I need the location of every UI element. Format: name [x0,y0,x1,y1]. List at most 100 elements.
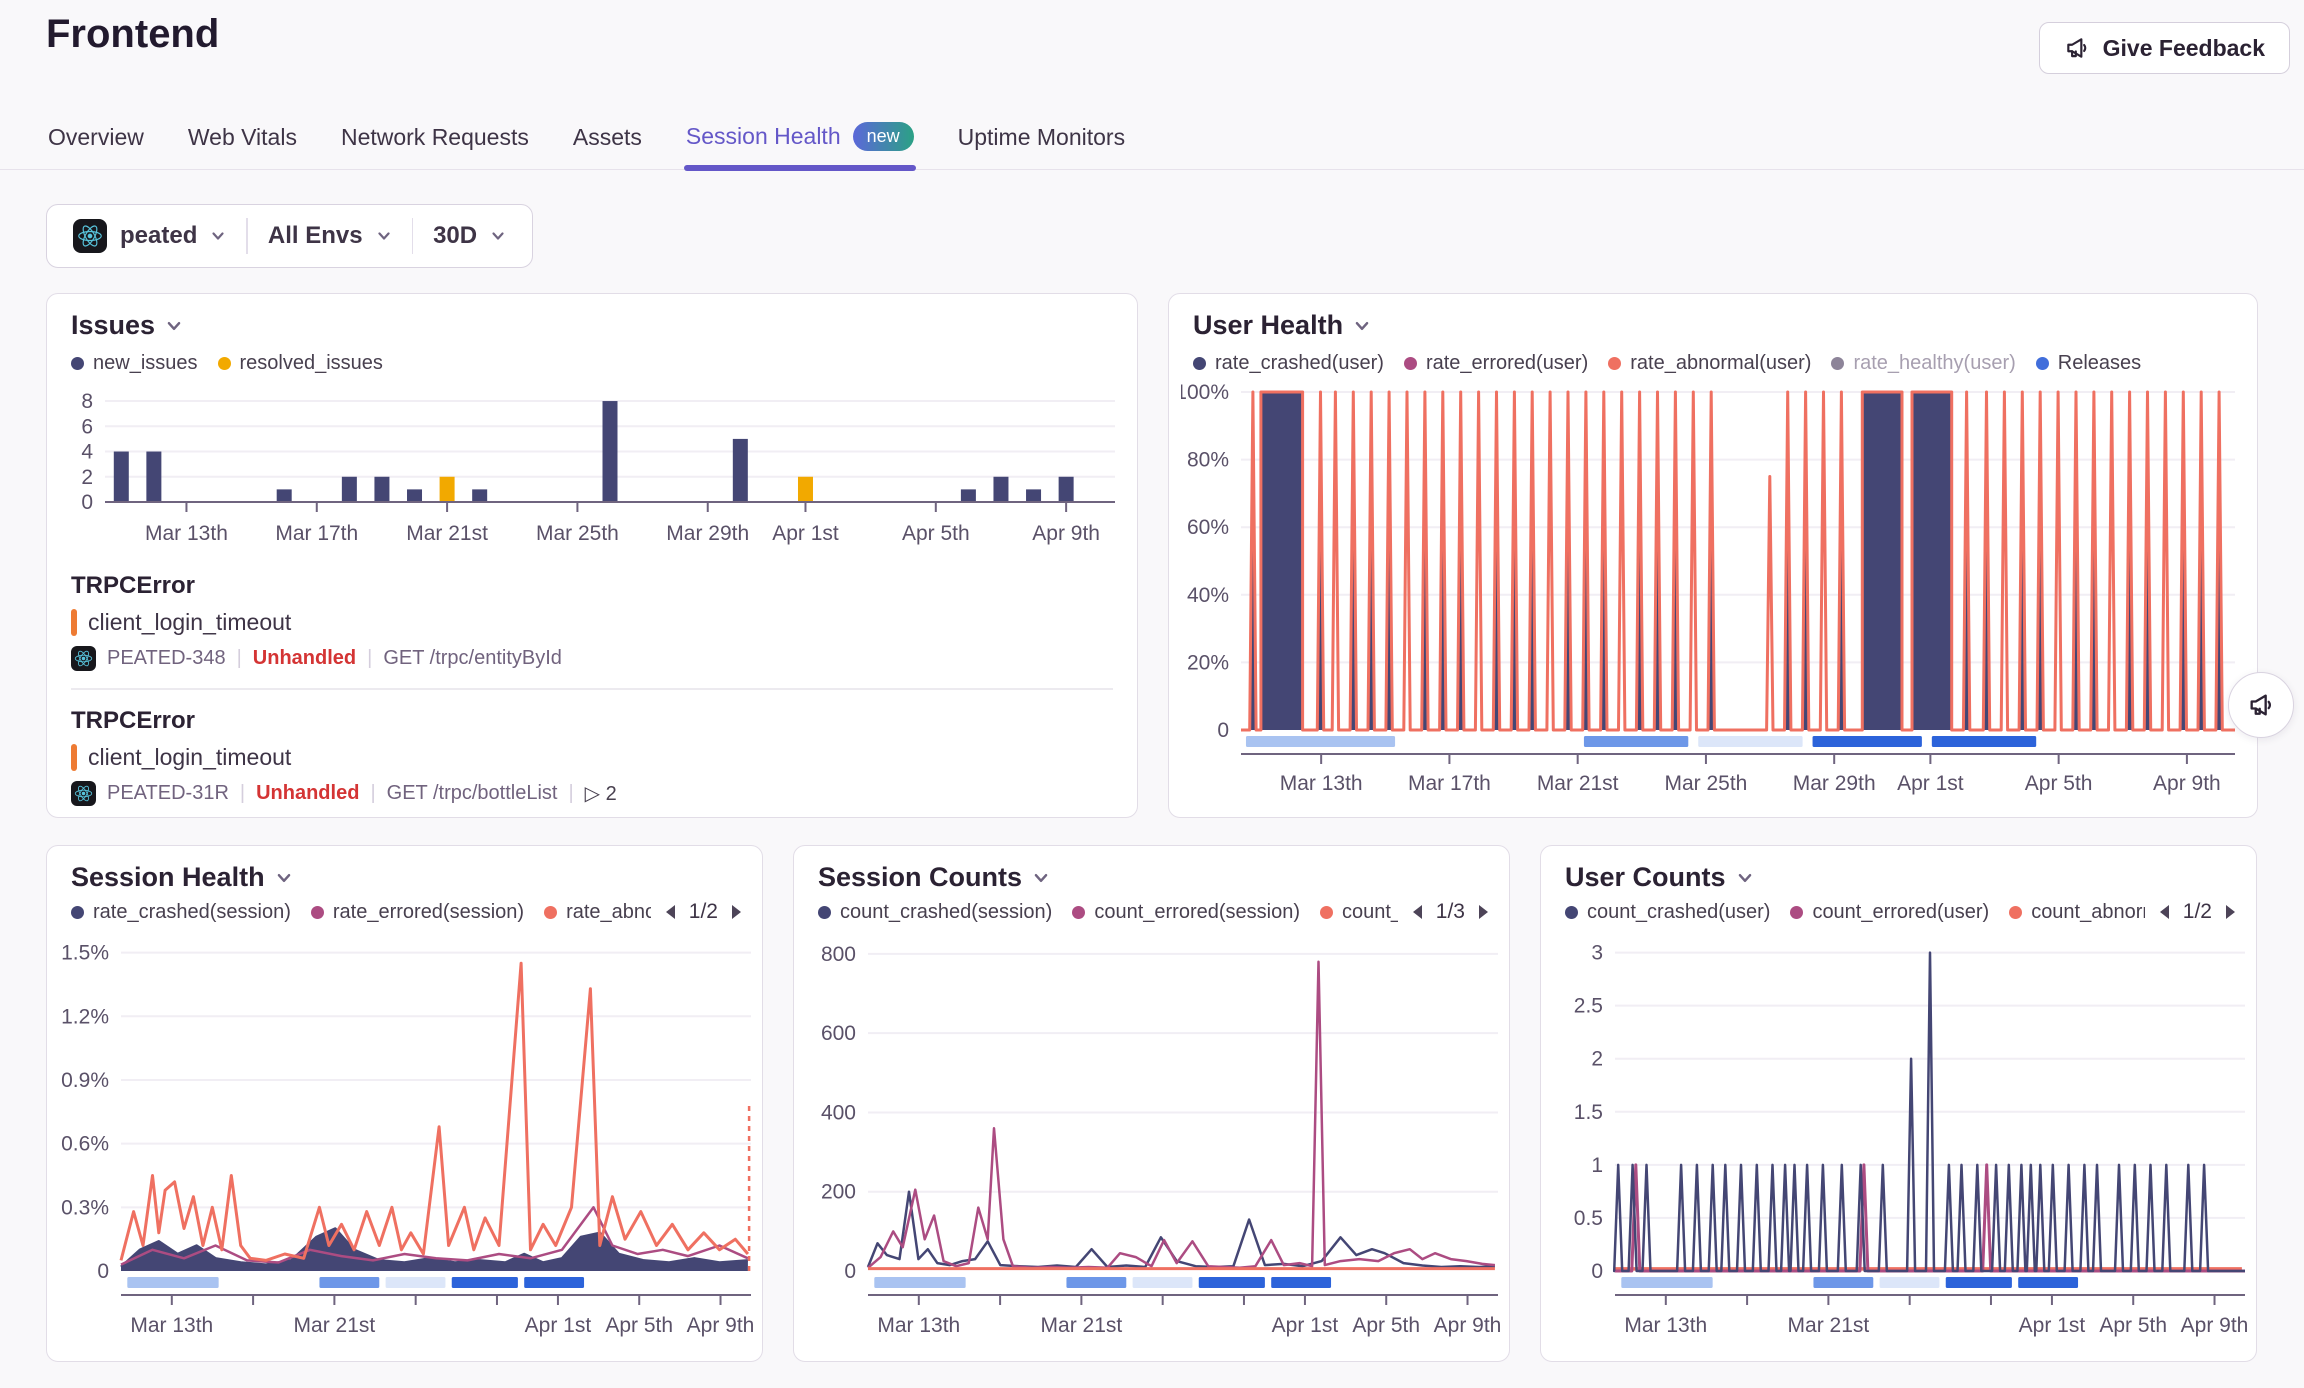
legend-dot [2009,906,2022,919]
svg-text:Mar 17th: Mar 17th [275,522,358,545]
legend-item-resolved-issues[interactable]: resolved_issues [218,352,383,375]
svg-text:0: 0 [81,491,93,514]
tab-network-requests[interactable]: Network Requests [339,124,531,169]
svg-text:Apr 5th: Apr 5th [902,522,970,545]
chevron-down-icon[interactable] [165,317,183,335]
svg-text:Mar 25th: Mar 25th [536,522,619,545]
give-feedback-button[interactable]: Give Feedback [2039,22,2290,74]
react-project-icon [73,219,107,253]
session-health-chart[interactable]: 00.3%0.6%0.9%1.2%1.5%Mar 13thMar 21stApr… [55,926,757,1358]
legend-next-icon[interactable] [1476,903,1491,921]
legend-item-rate-abnormal-session[interactable]: rate_abnormal(session) [544,901,651,924]
legend-item-rate-crashed-session[interactable]: rate_crashed(session) [71,901,291,924]
svg-text:Mar 21st: Mar 21st [406,522,488,545]
user-health-chart[interactable]: 020%40%60%80%100%Mar 13thMar 17thMar 21s… [1181,378,2243,808]
issue-culprit-text: client_login_timeout [88,744,291,771]
legend-label: rate_abnormal(session) [566,901,651,924]
legend-next-icon[interactable] [729,903,744,921]
project-selector[interactable]: peated [53,219,246,253]
legend-dot [71,906,84,919]
page-filter-bar: peated All Envs 30D [46,204,533,268]
session-health-panel: Session Health rate_crashed(session)rate… [46,845,763,1362]
unhandled-badge: Unhandled [253,647,356,670]
issue-transaction: GET /trpc/bottleList [387,782,558,805]
feedback-fab-button[interactable] [2228,672,2294,738]
user-counts-chart[interactable]: 00.511.522.53Mar 13thMar 21stApr 1stApr … [1549,926,2251,1358]
tab-assets[interactable]: Assets [571,124,644,169]
chevron-down-icon [210,228,226,244]
legend-item-count-crashed-session[interactable]: count_crashed(session) [818,901,1052,924]
svg-text:3: 3 [1591,942,1603,965]
issue-culprit: client_login_timeout [71,609,1113,636]
issue-title-link[interactable]: TRPCError [71,707,1113,735]
tab-label: Session Health [686,123,841,150]
user-counts-panel-title: User Counts [1565,862,1726,893]
svg-text:600: 600 [821,1022,856,1045]
legend-item-releases[interactable]: Releases [2036,352,2141,375]
issues-chart[interactable]: 02468Mar 13thMar 17thMar 21stMar 25thMar… [69,382,1121,562]
legend-item-rate-healthy-user[interactable]: rate_healthy(user) [1831,352,2015,375]
tab-overview[interactable]: Overview [46,124,146,169]
legend-prev-icon[interactable] [2157,903,2172,921]
legend-label: count_crashed(session) [840,901,1052,924]
chevron-down-icon[interactable] [1353,317,1371,335]
environment-selector-value: All Envs [268,222,363,250]
legend-item-count-abnormal-user[interactable]: count_abnormal(user) [2009,901,2145,924]
legend-dot [1608,357,1621,370]
issue-title-link[interactable]: TRPCError [71,572,1113,600]
legend-prev-icon[interactable] [663,903,678,921]
svg-text:Mar 13th: Mar 13th [145,522,228,545]
legend-item-count-crashed-user[interactable]: count_crashed(user) [1565,901,1770,924]
tab-label: Web Vitals [188,124,297,151]
environment-selector[interactable]: All Envs [248,222,412,250]
legend-item-count-errored-session[interactable]: count_errored(session) [1072,901,1300,924]
user-health-panel: User Health rate_crashed(user) rate_error… [1168,293,2258,818]
legend-page-indicator: 1/2 [689,900,718,924]
svg-text:4: 4 [81,441,93,464]
new-badge: new [853,122,914,151]
issue-transaction: GET /trpc/entityById [383,647,562,670]
tab-label: Network Requests [341,124,529,151]
issue-short-id: PEATED-31R [107,782,229,805]
react-platform-icon [71,781,96,806]
legend-item-new-issues[interactable]: new_issues [71,352,198,375]
user-health-legend: rate_crashed(user) rate_errored(user) rate… [1193,352,2141,375]
legend-item-count-abnormal-session[interactable]: count_abnormal(session) [1320,901,1398,924]
legend-item-rate-errored-user[interactable]: rate_errored(user) [1404,352,1588,375]
legend-item-count-errored-user[interactable]: count_errored(user) [1790,901,1989,924]
legend-dot [2036,357,2049,370]
legend-page-indicator: 1/3 [1436,900,1465,924]
legend-item-rate-abnormal-user[interactable]: rate_abnormal(user) [1608,352,1811,375]
chevron-down-icon[interactable] [275,869,293,887]
legend-prev-icon[interactable] [1410,903,1425,921]
svg-text:0.5: 0.5 [1574,1207,1603,1230]
user-counts-panel: User Counts count_crashed(user) count_err… [1540,845,2257,1362]
frontend-insights-page: Frontend Give Feedback OverviewWeb Vital… [0,0,2304,1388]
session-counts-panel: Session Counts count_crashed(session)cou… [793,845,1510,1362]
issue-item: TRPCErrorclient_login_timeoutPEATED-348|… [71,572,1113,671]
user-health-panel-title: User Health [1193,310,1343,341]
legend-label: count_errored(user) [1812,901,1989,924]
legend-next-icon[interactable] [2223,903,2238,921]
project-selector-value: peated [120,222,197,250]
legend-dot [71,357,84,370]
session-counts-chart[interactable]: 0200400600800Mar 13thMar 21stApr 1stApr … [802,926,1504,1358]
chevron-down-icon[interactable] [1736,869,1754,887]
tab-uptime-monitors[interactable]: Uptime Monitors [956,124,1127,169]
legend-pager: 1/3 [1410,900,1491,924]
chevron-down-icon[interactable] [1032,869,1050,887]
legend-label: count_abnormal(user) [2031,901,2145,924]
svg-text:800: 800 [821,943,856,966]
svg-text:Apr 5th: Apr 5th [1352,1314,1420,1337]
legend-dot [818,906,831,919]
svg-text:Mar 25th: Mar 25th [1664,772,1747,795]
legend-item-rate-crashed-user[interactable]: rate_crashed(user) [1193,352,1384,375]
megaphone-icon [2247,691,2275,719]
tab-web-vitals[interactable]: Web Vitals [186,124,299,169]
tab-session-health[interactable]: Session Health new [684,122,916,169]
meta-separator: | [367,647,372,670]
legend-dot [1404,357,1417,370]
date-range-selector[interactable]: 30D [413,222,526,250]
svg-text:Apr 9th: Apr 9th [2181,1314,2249,1337]
legend-item-rate-errored-session[interactable]: rate_errored(session) [311,901,524,924]
